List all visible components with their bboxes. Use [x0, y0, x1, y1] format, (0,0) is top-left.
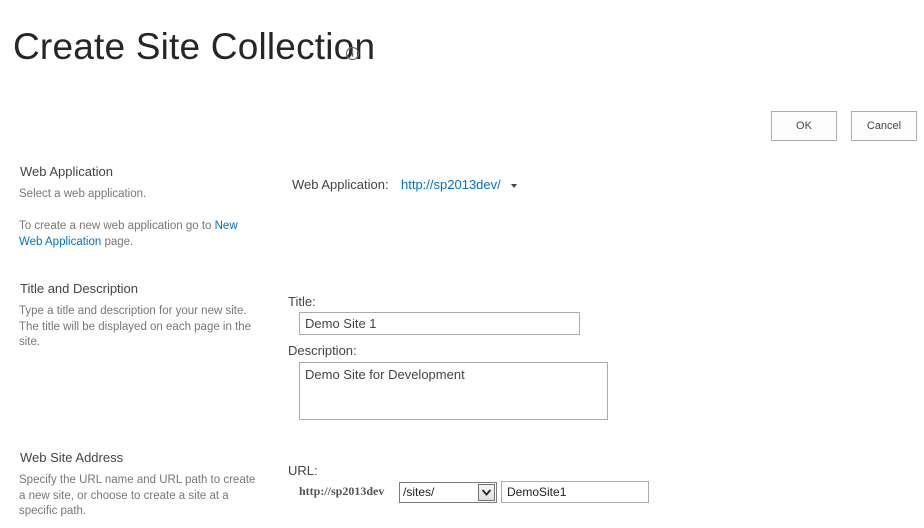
hint-suffix: page. — [101, 235, 134, 248]
title-label: Title: — [288, 294, 316, 309]
description-textarea[interactable]: Demo Site for Development — [299, 362, 608, 420]
section-title-title-description: Title and Description — [20, 281, 139, 296]
cancel-button[interactable]: Cancel — [851, 111, 917, 141]
new-web-application-link-continued[interactable]: Web Application — [19, 236, 101, 248]
hint-prefix: To create a new web application go to — [19, 220, 215, 232]
section-title-web-site-address: Web Site Address — [20, 450, 124, 465]
desc-line: site. — [19, 336, 41, 348]
desc-line: specific path. — [19, 505, 87, 517]
chevron-down-icon[interactable] — [478, 484, 495, 501]
desc-line: a new site, or choose to create a site a… — [19, 489, 229, 502]
description-label: Description: — [288, 343, 357, 358]
info-circle-icon[interactable] — [345, 46, 360, 61]
web-application-selector[interactable]: http://sp2013dev/ — [401, 177, 501, 192]
section-title-web-application: Web Application — [20, 164, 113, 179]
caret-down-icon[interactable] — [511, 184, 517, 188]
new-web-application-link[interactable]: New — [215, 220, 238, 232]
page-title: Create Site Collection — [13, 26, 376, 67]
new-web-app-hint: To create a new web application go to Ne… — [19, 219, 259, 250]
url-label: URL: — [288, 463, 318, 478]
site-name-input[interactable] — [501, 481, 649, 503]
title-input[interactable] — [299, 312, 580, 335]
url-prefix: http://sp2013dev — [299, 484, 385, 498]
desc-line: The title will be displayed on each page… — [19, 320, 252, 333]
url-path-select[interactable]: /sites/ — [399, 482, 497, 503]
section-desc-web-application: Select a web application. — [19, 188, 147, 200]
desc-line: Type a title and description for your ne… — [19, 305, 247, 317]
url-path-selected-value: /sites/ — [403, 485, 435, 499]
section-desc-web-site-address: Specify the URL name and URL path to cre… — [19, 473, 255, 520]
web-application-label: Web Application: — [292, 177, 389, 192]
ok-button[interactable]: OK — [771, 111, 837, 141]
desc-line: Specify the URL name and URL path to cre… — [19, 474, 256, 486]
section-desc-title-description: Type a title and description for your ne… — [19, 304, 251, 351]
